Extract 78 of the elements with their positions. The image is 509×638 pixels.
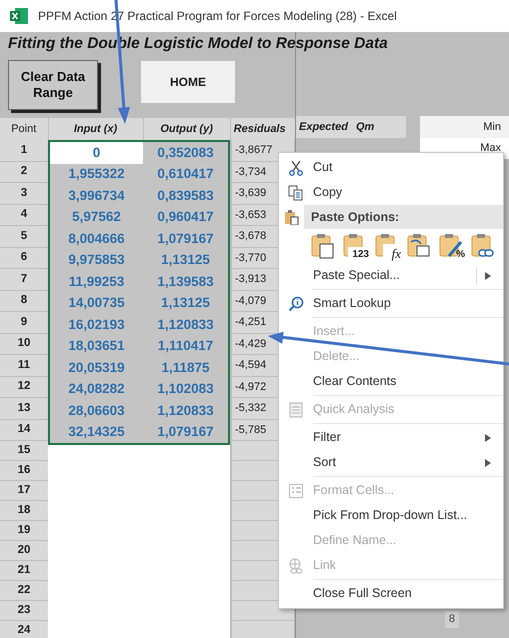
row-number: 10 — [0, 334, 48, 355]
copy-icon — [288, 184, 304, 200]
row-number: 16 — [0, 461, 48, 481]
row-number: 12 — [0, 376, 48, 398]
globe-link-icon — [288, 558, 304, 574]
submenu-arrow-icon — [485, 434, 491, 442]
table-cell[interactable]: 24,08282 — [50, 378, 143, 400]
row-number: 8 — [0, 290, 48, 312]
menu-item[interactable]: Pick From Drop-down List... — [279, 503, 503, 528]
table-cell[interactable]: 28,06603 — [50, 400, 143, 422]
table-cell[interactable]: 1,079167 — [143, 228, 228, 250]
submenu-arrow-icon — [485, 458, 491, 466]
table-cell[interactable]: 0 — [50, 142, 143, 164]
row-number: 23 — [0, 601, 48, 621]
menu-item[interactable]: Sort — [279, 450, 503, 475]
column-header: Input (x) — [48, 118, 143, 140]
table-cell[interactable]: 32,14325 — [50, 422, 143, 443]
row-number: 4 — [0, 204, 48, 226]
row-number: 18 — [0, 501, 48, 521]
row-number: 22 — [0, 581, 48, 601]
row-number: 15 — [0, 441, 48, 461]
column-header: Min — [483, 120, 501, 135]
table-cell[interactable]: 1,102083 — [143, 378, 228, 400]
row-number: 14 — [0, 420, 48, 441]
quick-analysis-icon — [288, 402, 304, 418]
table-cell[interactable]: 1,120833 — [143, 314, 228, 336]
table-cell[interactable]: 5,97562 — [50, 206, 143, 228]
table-cell[interactable]: 1,11875 — [143, 357, 228, 378]
table-cell[interactable]: 14,00735 — [50, 292, 143, 314]
row-number: 2 — [0, 162, 48, 183]
table-cell[interactable]: 1,13125 — [143, 292, 228, 314]
table-cell[interactable]: 3,996734 — [50, 185, 143, 206]
clipboard-icon — [284, 209, 300, 225]
menu-item[interactable]: Close Full Screen — [279, 581, 503, 606]
row-number: 11 — [0, 355, 48, 376]
column-header: Residuals — [230, 118, 295, 140]
row-number: 21 — [0, 561, 48, 581]
table-cell[interactable]: 0,839583 — [143, 185, 228, 206]
spreadsheet-app-icon — [10, 8, 28, 24]
table-cell[interactable]: 1,139583 — [143, 271, 228, 292]
row-number: 7 — [0, 269, 48, 290]
table-cell[interactable]: 1,079167 — [143, 422, 228, 443]
table-cell[interactable]: 1,110417 — [143, 336, 228, 357]
table-cell[interactable]: 0,352083 — [143, 142, 228, 164]
table-cell[interactable]: 9,975853 — [50, 250, 143, 271]
column-header: Qm — [356, 120, 374, 135]
table-cell[interactable]: 1,955322 — [50, 164, 143, 185]
column-header: Point — [0, 118, 48, 140]
table-cell[interactable]: 16,02193 — [50, 314, 143, 336]
row-number: 5 — [0, 226, 48, 248]
table-cell-text: Max — [480, 141, 501, 156]
sheet-button[interactable]: Clear Data Range — [8, 60, 98, 110]
menu-section-title: Paste Options: — [311, 208, 400, 226]
row-number: 13 — [0, 398, 48, 420]
table-cell: 8 — [444, 611, 459, 628]
scissors-icon — [288, 160, 304, 176]
search-icon — [288, 296, 304, 312]
row-number: 9 — [0, 312, 48, 334]
row-number: 3 — [0, 183, 48, 204]
submenu-arrow-icon — [485, 272, 491, 280]
row-number: 19 — [0, 521, 48, 541]
table-cell[interactable]: 0,610417 — [143, 164, 228, 185]
table-cell[interactable]: 18,03651 — [50, 336, 143, 357]
table-cell[interactable]: 1,13125 — [143, 250, 228, 271]
format-cells-icon — [288, 482, 304, 498]
row-number: 1 — [0, 140, 48, 162]
table-cell[interactable]: 20,05319 — [50, 357, 143, 378]
table-cell[interactable]: 8,004666 — [50, 228, 143, 250]
row-number: 20 — [0, 541, 48, 561]
table-cell[interactable]: 0,960417 — [143, 206, 228, 228]
row-number: 6 — [0, 248, 48, 269]
column-header: Expected — [298, 120, 350, 135]
column-header: Output (y) — [144, 118, 230, 140]
row-number: 17 — [0, 481, 48, 501]
row-number: 24 — [0, 621, 48, 638]
table-cell[interactable]: 11,99253 — [50, 271, 143, 292]
table-cell[interactable]: 1,120833 — [143, 400, 228, 422]
sheet-button[interactable]: HOME — [140, 60, 236, 104]
